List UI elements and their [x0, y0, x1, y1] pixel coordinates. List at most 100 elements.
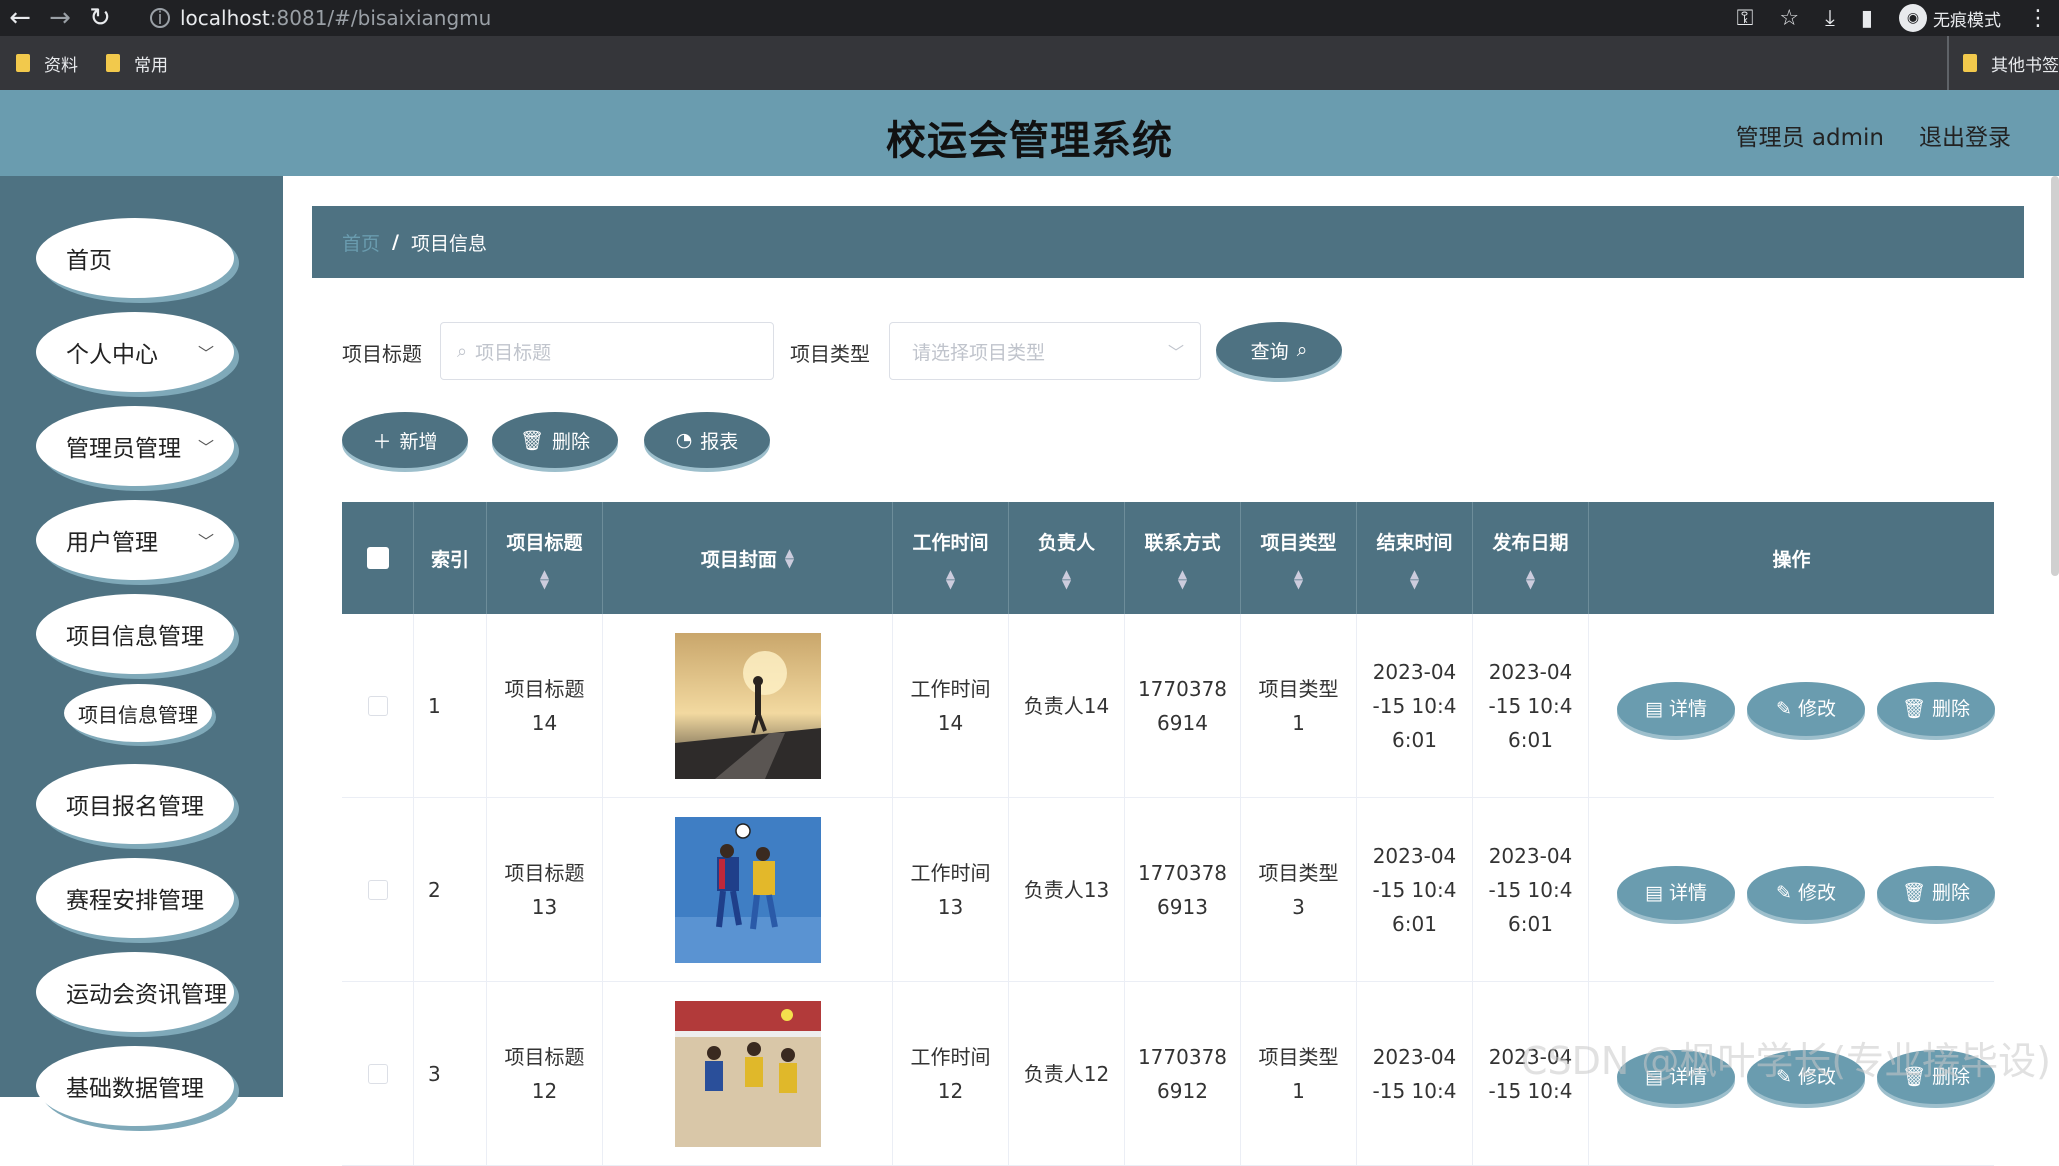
- cell-contact: 17703786912: [1125, 982, 1241, 1166]
- incognito-indicator[interactable]: ◉ 无痕模式: [1899, 4, 2001, 32]
- current-user: 管理员 admin: [1736, 118, 1884, 152]
- select-all-checkbox[interactable]: [367, 547, 389, 569]
- bookmark-folder[interactable]: 资料: [16, 51, 78, 76]
- cell-text: 12: [532, 1074, 557, 1108]
- edit-button[interactable]: ✎修改: [1747, 682, 1865, 736]
- sort-icon[interactable]: ▲▼: [540, 569, 549, 589]
- sidebar-item-profile[interactable]: 个人中心 ﹀: [36, 312, 234, 392]
- key-icon[interactable]: ⚿: [1737, 6, 1754, 31]
- address-bar[interactable]: i localhost:8081/#/bisaixiangmu: [150, 2, 510, 34]
- sidebar-item-news[interactable]: 运动会资讯管理: [36, 952, 234, 1032]
- cell-text: -15 10:4: [1373, 873, 1457, 907]
- detail-button[interactable]: ▤详情: [1617, 866, 1735, 920]
- col-contact[interactable]: 联系方式 ▲▼: [1125, 502, 1241, 614]
- delete-button[interactable]: 🗑删除: [1877, 682, 1995, 736]
- detail-button[interactable]: ▤详情: [1617, 682, 1735, 736]
- sort-icon[interactable]: ▲▼: [785, 548, 794, 568]
- sidebar-subitem-project-info[interactable]: 项目信息管理: [64, 684, 212, 742]
- type-select[interactable]: 请选择项目类型 ﹀: [889, 322, 1201, 380]
- row-checkbox[interactable]: [368, 696, 388, 716]
- row-checkbox[interactable]: [368, 1064, 388, 1084]
- chevron-down-icon: ﹀: [198, 434, 214, 458]
- col-contact-label: 联系方式: [1144, 528, 1220, 555]
- cover-image-volleyball[interactable]: [675, 1001, 821, 1147]
- cell-text: 6:01: [1508, 723, 1553, 757]
- plus-icon: ＋: [372, 427, 391, 454]
- cell-text: 2023-04: [1373, 655, 1457, 689]
- breadcrumb-separator: /: [392, 231, 399, 253]
- cover-image-runner[interactable]: [675, 633, 821, 779]
- add-button[interactable]: ＋新增: [342, 412, 468, 468]
- cell-cover: [603, 798, 893, 982]
- star-icon[interactable]: ☆: [1779, 6, 1799, 31]
- menu-icon[interactable]: ⋮: [2027, 6, 2049, 31]
- sidebar-item-label: 赛程安排管理: [66, 881, 204, 915]
- edit-button[interactable]: ✎修改: [1747, 866, 1865, 920]
- back-icon[interactable]: ←: [0, 3, 40, 33]
- sidepanel-icon[interactable]: ▮: [1861, 6, 1873, 31]
- url-host: localhost: [180, 6, 270, 30]
- col-work-time[interactable]: 工作时间▲▼: [893, 502, 1009, 614]
- sort-icon[interactable]: ▲▼: [1178, 569, 1187, 589]
- col-publish-date-label: 发布日期: [1492, 528, 1568, 555]
- cell-text: 14: [938, 706, 963, 740]
- col-title[interactable]: 项目标题▲▼: [487, 502, 603, 614]
- sidebar-item-project-info[interactable]: 项目信息管理: [36, 594, 234, 674]
- sidebar-item-admins[interactable]: 管理员管理﹀: [36, 406, 234, 486]
- row-checkbox[interactable]: [368, 880, 388, 900]
- info-icon[interactable]: i: [150, 8, 170, 28]
- sort-icon[interactable]: ▲▼: [946, 569, 955, 589]
- sort-icon[interactable]: ▲▼: [1526, 569, 1535, 589]
- document-icon: ▤: [1645, 692, 1663, 726]
- cell-publish-date: 2023-04-15 10:46:01: [1473, 798, 1589, 982]
- sidebar-subitem-label: 项目信息管理: [78, 699, 198, 728]
- cell-work-time: 工作时间12: [893, 982, 1009, 1166]
- other-bookmarks[interactable]: 其他书签: [1947, 36, 2059, 90]
- sidebar-item-schedule[interactable]: 赛程安排管理: [36, 858, 234, 938]
- batch-delete-button[interactable]: 🗑删除: [492, 412, 618, 468]
- cell-owner: 负责人12: [1009, 982, 1125, 1166]
- cell-text: 2023-04: [1489, 655, 1573, 689]
- col-publish-date[interactable]: 发布日期 ▲▼: [1473, 502, 1589, 614]
- col-ops-label: 操作: [1772, 545, 1810, 572]
- breadcrumb-home[interactable]: 首页: [342, 229, 380, 256]
- forward-icon[interactable]: →: [40, 3, 80, 33]
- col-end-time[interactable]: 结束时间▲▼: [1357, 502, 1473, 614]
- cell-text: 工作时间: [911, 672, 991, 706]
- col-owner[interactable]: 负责人▲▼: [1009, 502, 1125, 614]
- cover-image-soccer[interactable]: [675, 817, 821, 963]
- sidebar-item-label: 个人中心: [66, 335, 158, 369]
- report-button-label: 报表: [700, 427, 738, 454]
- logout-link[interactable]: 退出登录: [1919, 118, 2011, 152]
- sidebar-item-base-data[interactable]: 基础数据管理: [36, 1046, 234, 1126]
- folder-icon: [1963, 54, 1977, 72]
- col-cover-label: 项目封面: [701, 545, 777, 572]
- sort-icon[interactable]: ▲▼: [1410, 569, 1419, 589]
- report-button[interactable]: ◔报表: [644, 412, 770, 468]
- bookmark-folder[interactable]: 常用: [106, 51, 168, 76]
- col-cover[interactable]: 项目封面 ▲▼: [603, 502, 893, 614]
- cell-text: -15 10:4: [1373, 1074, 1457, 1108]
- sidebar-item-home[interactable]: 首页: [36, 218, 234, 298]
- cell-title: 项目标题14: [487, 614, 603, 798]
- cell-index: 1: [414, 614, 487, 798]
- cell-contact: 17703786914: [1125, 614, 1241, 798]
- download-icon[interactable]: ⤓: [1825, 6, 1835, 31]
- cell-title: 项目标题13: [487, 798, 603, 982]
- cell-text: 项目类型: [1259, 1040, 1339, 1074]
- chevron-down-icon: ﹀: [198, 340, 214, 364]
- title-search-input[interactable]: ⌕ 项目标题: [440, 322, 774, 380]
- sidebar-item-registration[interactable]: 项目报名管理: [36, 764, 234, 844]
- sidebar-item-label: 用户管理: [66, 523, 158, 557]
- col-index-label: 索引: [431, 545, 469, 572]
- sort-icon[interactable]: ▲▼: [1294, 569, 1303, 589]
- query-button[interactable]: 查询⌕: [1216, 322, 1342, 378]
- sidebar-item-users[interactable]: 用户管理﹀: [36, 500, 234, 580]
- breadcrumb: 首页 / 项目信息: [312, 206, 2024, 278]
- col-type[interactable]: 项目类型▲▼: [1241, 502, 1357, 614]
- sort-icon[interactable]: ▲▼: [1062, 569, 1071, 589]
- page-scrollbar[interactable]: [2051, 176, 2059, 576]
- cell-index: 3: [414, 982, 487, 1166]
- reload-icon[interactable]: ↻: [80, 3, 120, 33]
- delete-button[interactable]: 🗑删除: [1877, 866, 1995, 920]
